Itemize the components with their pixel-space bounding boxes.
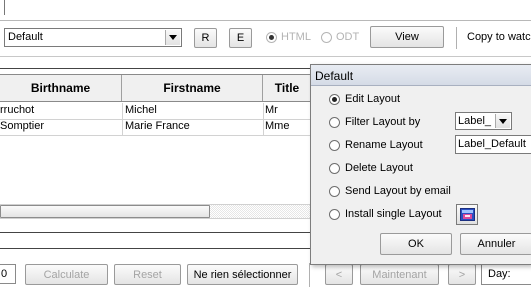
table-bottom-rule — [0, 232, 311, 233]
day-field[interactable]: Day: — [481, 264, 531, 285]
view-button[interactable]: View — [370, 26, 444, 48]
table-row[interactable]: rruchot Michel Mr — [0, 103, 311, 120]
layout-select-value: Default — [8, 31, 43, 43]
table-top-rule — [0, 68, 311, 69]
select-none-button[interactable]: Ne rien sélectionner — [187, 264, 298, 285]
cell-firstname: Michel — [125, 104, 157, 116]
column-divider — [263, 103, 264, 119]
copy-to-watch-label: Copy to watc — [467, 31, 531, 43]
edit-layout-radio[interactable] — [329, 94, 340, 105]
table-header: Birthname Firstname Title — [0, 74, 311, 102]
popup-title: Default — [315, 69, 354, 83]
filter-layout-select-value: Label_ — [458, 115, 492, 127]
ok-button[interactable]: OK — [380, 233, 452, 255]
r-button[interactable]: R — [194, 28, 217, 48]
send-layout-email-radio[interactable] — [329, 186, 340, 197]
chevron-down-icon[interactable] — [495, 114, 510, 128]
toolbar-divider — [456, 27, 457, 49]
folder-icon — [460, 208, 475, 224]
layout-popup: Default Edit Layout Filter Layout by Lab… — [310, 64, 531, 265]
odt-label: ODT — [336, 31, 360, 43]
odt-radio[interactable] — [321, 32, 332, 43]
reset-button[interactable]: Reset — [114, 264, 181, 285]
column-header-birthname[interactable]: Birthname — [0, 75, 122, 101]
cancel-button[interactable]: Annuler — [460, 233, 531, 255]
rename-layout-field-value: Label_Default — [458, 138, 526, 150]
rename-layout-label[interactable]: Rename Layout — [345, 139, 423, 151]
column-divider — [122, 119, 123, 135]
install-file-button[interactable] — [456, 204, 478, 225]
calculate-button[interactable]: Calculate — [25, 264, 108, 285]
cell-title: Mme — [265, 120, 290, 132]
column-divider — [122, 103, 123, 119]
popup-title-bar: Default — [311, 65, 531, 86]
cell-birthname: rruchot — [0, 104, 35, 116]
filter-layout-label[interactable]: Filter Layout by — [345, 116, 420, 128]
edit-layout-label[interactable]: Edit Layout — [345, 93, 400, 105]
cell-birthname: Somptier — [0, 120, 45, 132]
number-field-value: 0 — [1, 268, 8, 280]
html-radio[interactable] — [266, 32, 277, 43]
horizontal-scrollbar[interactable] — [0, 204, 311, 219]
scrollbar-thumb[interactable] — [0, 205, 210, 218]
e-button[interactable]: E — [229, 28, 252, 48]
column-header-firstname[interactable]: Firstname — [122, 75, 263, 101]
filter-layout-radio[interactable] — [329, 117, 340, 128]
previous-button[interactable]: < — [325, 264, 353, 285]
delete-layout-label[interactable]: Delete Layout — [345, 162, 413, 174]
send-layout-email-label[interactable]: Send Layout by email — [345, 185, 451, 197]
install-single-layout-radio[interactable] — [329, 209, 340, 220]
rename-layout-field[interactable]: Label_Default — [455, 135, 531, 154]
table-row[interactable]: Somptier Marie France Mme — [0, 119, 311, 136]
top-separator — [0, 20, 531, 21]
next-button[interactable]: > — [448, 264, 476, 285]
chevron-down-icon[interactable] — [165, 30, 180, 45]
bottom-divider — [309, 263, 310, 287]
html-label: HTML — [281, 31, 311, 43]
rename-layout-radio[interactable] — [329, 140, 340, 151]
number-field[interactable]: 0 — [0, 264, 16, 284]
column-header-title[interactable]: Title — [263, 75, 311, 101]
toolbar-bottom-line — [0, 56, 531, 57]
table-bottom-rule-2 — [0, 248, 311, 249]
install-single-layout-label[interactable]: Install single Layout — [345, 208, 442, 220]
day-label: Day: — [488, 268, 511, 280]
cell-title: Mr — [265, 104, 278, 116]
filter-layout-select[interactable]: Label_ — [455, 112, 512, 130]
layout-select[interactable]: Default — [4, 28, 182, 47]
column-divider — [263, 119, 264, 135]
cell-firstname: Marie France — [125, 120, 190, 132]
delete-layout-radio[interactable] — [329, 163, 340, 174]
top-tick — [4, 0, 5, 15]
now-button[interactable]: Maintenant — [360, 264, 439, 285]
